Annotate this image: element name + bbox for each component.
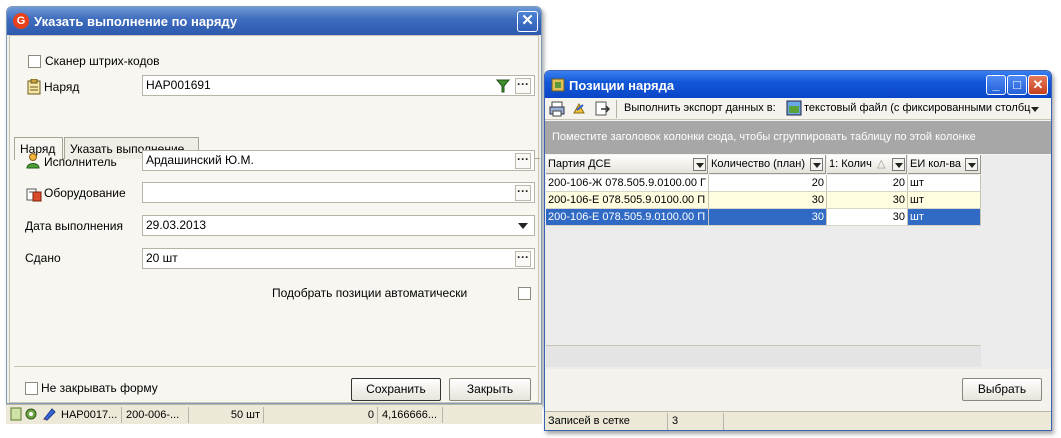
text-file-icon bbox=[786, 100, 802, 116]
user-icon bbox=[26, 153, 40, 169]
date-label: Дата выполнения bbox=[25, 219, 123, 233]
choose-button[interactable]: Выбрать bbox=[962, 378, 1042, 401]
divider bbox=[14, 366, 536, 367]
equipment-label: Оборудование bbox=[44, 186, 126, 200]
performer-value: Ардашинский Ю.М. bbox=[146, 153, 254, 167]
strip-cell: НАР0017... bbox=[58, 407, 122, 423]
auto-select-label: Подобрать позиции автоматически bbox=[272, 286, 468, 300]
status-divider bbox=[723, 413, 724, 430]
sort-ascending-icon: △ bbox=[877, 158, 886, 170]
cell-batch: 200-106-Ж 078.505.9.0100.00 Г bbox=[546, 175, 709, 192]
column-filter-icon[interactable] bbox=[693, 158, 706, 171]
settings-icon bbox=[24, 407, 38, 421]
positions-grid: Партия ДСЕ Количество (план) 1: Колич △ Е… bbox=[545, 155, 1051, 369]
window-app-icon bbox=[550, 77, 566, 93]
refresh-icon[interactable] bbox=[571, 101, 587, 117]
toolbar: Выполнить экспорт данных в: текстовый фа… bbox=[545, 98, 1051, 120]
filter-icon[interactable] bbox=[495, 79, 511, 93]
column-header-plan[interactable]: Количество (план) bbox=[709, 155, 826, 174]
cell-plan: 30 bbox=[709, 209, 827, 226]
app-logo-icon: G bbox=[13, 13, 29, 29]
scanner-checkbox[interactable] bbox=[28, 55, 41, 68]
delivered-select-button[interactable]: ··· bbox=[515, 251, 531, 267]
positions-window: Позиции наряда _ □ ✕ Выполнить экспорт д… bbox=[544, 70, 1052, 431]
export-format-select[interactable]: текстовый файл (с фиксированными столбц bbox=[804, 102, 1032, 114]
cell-batch: 200-106-Е 078.505.9.0100.00 П bbox=[546, 209, 709, 226]
background-grid-strip: НАР0017... 200-006-... 50 шт 0 4,166666.… bbox=[6, 404, 542, 424]
records-count: 3 bbox=[672, 415, 679, 427]
cell-unit: шт bbox=[908, 192, 981, 209]
dialog-title-bar[interactable]: G Указать выполнение по наряду bbox=[7, 7, 541, 35]
cell-qty-editing[interactable]: 30 bbox=[827, 209, 908, 226]
toolbar-separator bbox=[616, 100, 617, 118]
edit-icon bbox=[42, 407, 56, 421]
column-header-label: Количество (план) bbox=[711, 158, 806, 170]
order-field[interactable]: НАР001691 bbox=[142, 75, 535, 96]
date-value: 29.03.2013 bbox=[146, 218, 207, 232]
maximize-icon[interactable]: □ bbox=[1007, 75, 1027, 95]
equipment-field[interactable] bbox=[142, 182, 535, 203]
close-icon[interactable]: ✕ bbox=[1028, 75, 1048, 95]
table-row[interactable]: 200-106-Е 078.505.9.0100.00 П 30 30 шт bbox=[546, 192, 981, 209]
records-label: Записей в сетке bbox=[548, 415, 630, 427]
scanner-label: Сканер штрих-кодов bbox=[45, 54, 160, 68]
order-value: НАР001691 bbox=[146, 78, 211, 92]
column-header-batch[interactable]: Партия ДСЕ bbox=[546, 155, 708, 174]
column-header-label: ЕИ кол-ва bbox=[910, 158, 962, 170]
order-select-button[interactable]: ··· bbox=[515, 78, 531, 94]
print-icon[interactable] bbox=[549, 101, 565, 117]
positions-title: Позиции наряда bbox=[569, 78, 675, 93]
export-label: Выполнить экспорт данных в: bbox=[624, 102, 776, 114]
equipment-select-button[interactable]: ··· bbox=[515, 185, 531, 201]
strip-cell: 200-006-... bbox=[123, 407, 189, 423]
cell-plan: 20 bbox=[709, 175, 827, 192]
chevron-down-icon[interactable] bbox=[1031, 107, 1039, 112]
keep-open-label: Не закрывать форму bbox=[41, 381, 158, 395]
keep-open-checkbox[interactable] bbox=[25, 382, 38, 395]
save-button[interactable]: Сохранить bbox=[351, 378, 441, 401]
table-row[interactable]: 200-106-Е 078.505.9.0100.00 П 30 30 шт bbox=[546, 209, 981, 226]
dialog-title: Указать выполнение по наряду bbox=[34, 14, 238, 29]
status-divider bbox=[667, 413, 668, 430]
cell-unit: шт bbox=[908, 175, 981, 192]
column-filter-icon[interactable] bbox=[810, 158, 823, 171]
minimize-icon[interactable]: _ bbox=[986, 75, 1006, 95]
cell-batch: 200-106-Е 078.505.9.0100.00 П bbox=[546, 192, 709, 209]
column-header-label: Партия ДСЕ bbox=[548, 158, 611, 170]
tree-icon bbox=[10, 407, 22, 421]
column-filter-icon[interactable] bbox=[892, 158, 905, 171]
positions-title-bar[interactable]: Позиции наряда bbox=[545, 71, 1051, 98]
order-label: Наряд bbox=[44, 80, 80, 94]
grid-summary-row bbox=[546, 345, 981, 367]
performer-select-button[interactable]: ··· bbox=[515, 153, 531, 169]
strip-cell: 50 шт bbox=[190, 407, 264, 423]
delivered-field[interactable]: 20 шт bbox=[142, 248, 535, 269]
table-row[interactable]: 200-106-Ж 078.505.9.0100.00 Г 20 20 шт bbox=[546, 175, 981, 192]
strip-cell: 4,166666... bbox=[379, 407, 443, 423]
status-bar: Записей в сетке 3 bbox=[545, 411, 1051, 430]
close-button[interactable]: Закрыть bbox=[449, 378, 531, 401]
order-icon bbox=[27, 78, 41, 95]
strip-cell: 0 bbox=[265, 407, 378, 423]
chevron-down-icon[interactable] bbox=[518, 223, 528, 229]
cell-unit: шт bbox=[908, 209, 981, 226]
delivered-value: 20 шт bbox=[146, 251, 178, 265]
column-filter-icon[interactable] bbox=[965, 158, 978, 171]
equipment-icon bbox=[26, 186, 42, 202]
execution-dialog: G Указать выполнение по наряду ✕ Сканер … bbox=[6, 6, 542, 404]
auto-select-checkbox[interactable] bbox=[518, 287, 531, 300]
group-by-area[interactable]: Поместите заголовок колонки сюда, чтобы … bbox=[545, 121, 1051, 154]
dialog-body: Сканер штрих-кодов Наряд НАР001691 ··· Н… bbox=[9, 35, 540, 403]
delivered-label: Сдано bbox=[25, 251, 61, 265]
close-icon[interactable]: ✕ bbox=[517, 11, 538, 32]
date-field[interactable]: 29.03.2013 bbox=[142, 215, 535, 236]
cell-qty: 30 bbox=[827, 192, 908, 209]
performer-field[interactable]: Ардашинский Ю.М. bbox=[142, 150, 535, 171]
cell-plan: 30 bbox=[709, 192, 827, 209]
performer-label: Исполнитель bbox=[44, 155, 117, 169]
export-icon[interactable] bbox=[594, 101, 611, 117]
cell-qty: 20 bbox=[827, 175, 908, 192]
column-header-label: 1: Колич bbox=[829, 158, 872, 170]
